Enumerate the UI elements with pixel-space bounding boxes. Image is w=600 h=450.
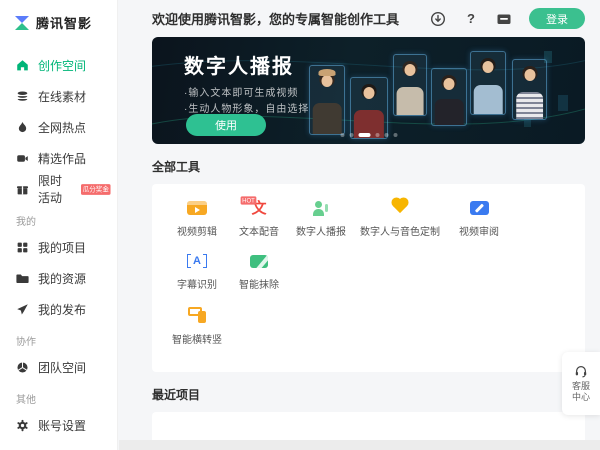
tool-text-to-speech[interactable]: 文 HOT 文本配音: [230, 199, 288, 238]
sidebar-item-limited-event[interactable]: 限时活动 瓜分奖金: [16, 182, 117, 196]
sidebar-item-my-publications[interactable]: 我的发布: [16, 302, 117, 316]
sidebar-item-my-projects[interactable]: 我的项目: [16, 240, 117, 254]
bottom-strip: [119, 440, 600, 450]
carousel-dot[interactable]: [375, 133, 379, 137]
hot-badge: HOT: [240, 196, 256, 204]
feedback-icon[interactable]: [496, 11, 512, 27]
app-title: 腾讯智影: [36, 13, 92, 32]
home-icon: [16, 59, 29, 72]
sidebar-item-label: 我的资源: [38, 270, 86, 287]
nav-group-title-other: 其他: [16, 391, 117, 406]
tool-digital-human-broadcast[interactable]: 数字人播报: [292, 199, 350, 238]
main-area: 欢迎使用腾讯智影，您的专属智能创作工具 ? 登录 数字人播报: [119, 0, 600, 450]
sidebar-item-label: 在线素材: [38, 88, 86, 105]
customer-service-label: 客服中心: [572, 381, 590, 404]
digital-human-card: [350, 77, 388, 139]
banner-subtitle-2: ·生动人物形象，自由选择: [184, 100, 309, 115]
help-icon[interactable]: ?: [463, 11, 479, 27]
sidebar-item-creation-space[interactable]: 创作空间: [16, 58, 117, 72]
sidebar-item-label: 我的项目: [38, 239, 86, 256]
welcome-text: 欢迎使用腾讯智影，您的专属智能创作工具: [152, 9, 399, 28]
tool-voice-customization[interactable]: 数字人与音色定制: [354, 199, 446, 238]
sidebar-item-label: 全网热点: [38, 119, 86, 136]
hero-banner[interactable]: 数字人播报 ·输入文本即可生成视频 ·生动人物形象，自由选择 使用: [152, 37, 585, 144]
carousel-dot[interactable]: [393, 133, 397, 137]
send-icon: [16, 303, 29, 316]
sidebar-item-featured-works[interactable]: 精选作品: [16, 151, 117, 165]
sidebar-item-account-settings[interactable]: 账号设置: [16, 418, 117, 432]
tool-smart-erase[interactable]: 智能抹除: [230, 252, 288, 291]
logo-icon: [14, 15, 30, 31]
banner-subtitle-1: ·输入文本即可生成视频: [184, 84, 298, 99]
carousel-dot[interactable]: [340, 133, 344, 137]
banner-title: 数字人播报: [184, 50, 294, 79]
rotate-hv-icon: [188, 307, 206, 325]
digital-human-card: [470, 51, 506, 115]
sidebar: 腾讯智影 创作空间 在线素材 全网热点 精选作品 限时活动 瓜分奖金 我的 我的…: [0, 0, 118, 450]
nav-group-title-collab: 协作: [16, 333, 117, 348]
sidebar-item-label: 限时活动: [38, 172, 72, 206]
tool-video-review[interactable]: 视频审阅: [450, 199, 508, 238]
sidebar-item-team-space[interactable]: 团队空间: [16, 360, 117, 374]
sidebar-item-label: 我的发布: [38, 301, 86, 318]
person-mic-icon: [313, 200, 329, 216]
sidebar-item-label: 账号设置: [38, 417, 86, 434]
carousel-dot-active[interactable]: [358, 133, 370, 137]
digital-human-card: [309, 65, 345, 135]
sidebar-item-label: 精选作品: [38, 150, 86, 167]
digital-human-card: [512, 59, 547, 120]
carousel-dots: [340, 133, 397, 137]
video-review-icon: [470, 201, 489, 215]
sidebar-item-trending[interactable]: 全网热点: [16, 120, 117, 134]
heart-icon: [393, 199, 407, 213]
nav-group-title-mine: 我的: [16, 213, 117, 228]
recent-section-title: 最近项目: [152, 386, 585, 403]
tools-section-title: 全部工具: [152, 158, 585, 175]
tool-horizontal-to-vertical[interactable]: 智能横转竖: [168, 307, 569, 346]
flame-icon: [16, 121, 29, 134]
team-icon: [16, 361, 29, 374]
carousel-dot[interactable]: [384, 133, 388, 137]
sidebar-item-online-materials[interactable]: 在线素材: [16, 89, 117, 103]
sidebar-nav: 创作空间 在线素材 全网热点 精选作品 限时活动 瓜分奖金 我的 我的项目 我的…: [0, 32, 117, 432]
banner-use-button[interactable]: 使用: [186, 114, 266, 136]
folder-icon: [16, 272, 29, 285]
headset-icon: [574, 364, 588, 378]
tools-panel: 视频剪辑 文 HOT 文本配音 数字人播报 数字人与音色定制 视频审阅: [152, 184, 585, 372]
digital-human-card: [431, 68, 467, 126]
subtitle-recognition-icon: A: [187, 252, 207, 270]
download-client-icon[interactable]: [430, 11, 446, 27]
sidebar-item-my-resources[interactable]: 我的资源: [16, 271, 117, 285]
gear-icon: [16, 419, 29, 432]
layers-icon: [16, 90, 29, 103]
sidebar-item-label: 创作空间: [38, 57, 86, 74]
customer-service-widget[interactable]: 客服中心: [562, 352, 600, 415]
eraser-icon: [250, 255, 268, 268]
clapperboard-icon: [187, 201, 207, 215]
grid-icon: [16, 241, 29, 254]
event-badge: 瓜分奖金: [81, 184, 111, 195]
sidebar-item-label: 团队空间: [38, 359, 86, 376]
login-button[interactable]: 登录: [529, 8, 585, 29]
tool-subtitle-recognition[interactable]: A 字幕识别: [168, 252, 226, 291]
digital-human-card: [393, 54, 427, 116]
tool-video-editing[interactable]: 视频剪辑: [168, 199, 226, 238]
app-logo[interactable]: 腾讯智影: [0, 0, 117, 32]
gift-icon: [16, 183, 29, 196]
carousel-dot[interactable]: [349, 133, 353, 137]
top-bar: 欢迎使用腾讯智影，您的专属智能创作工具 ? 登录: [152, 0, 585, 37]
video-icon: [16, 152, 29, 165]
